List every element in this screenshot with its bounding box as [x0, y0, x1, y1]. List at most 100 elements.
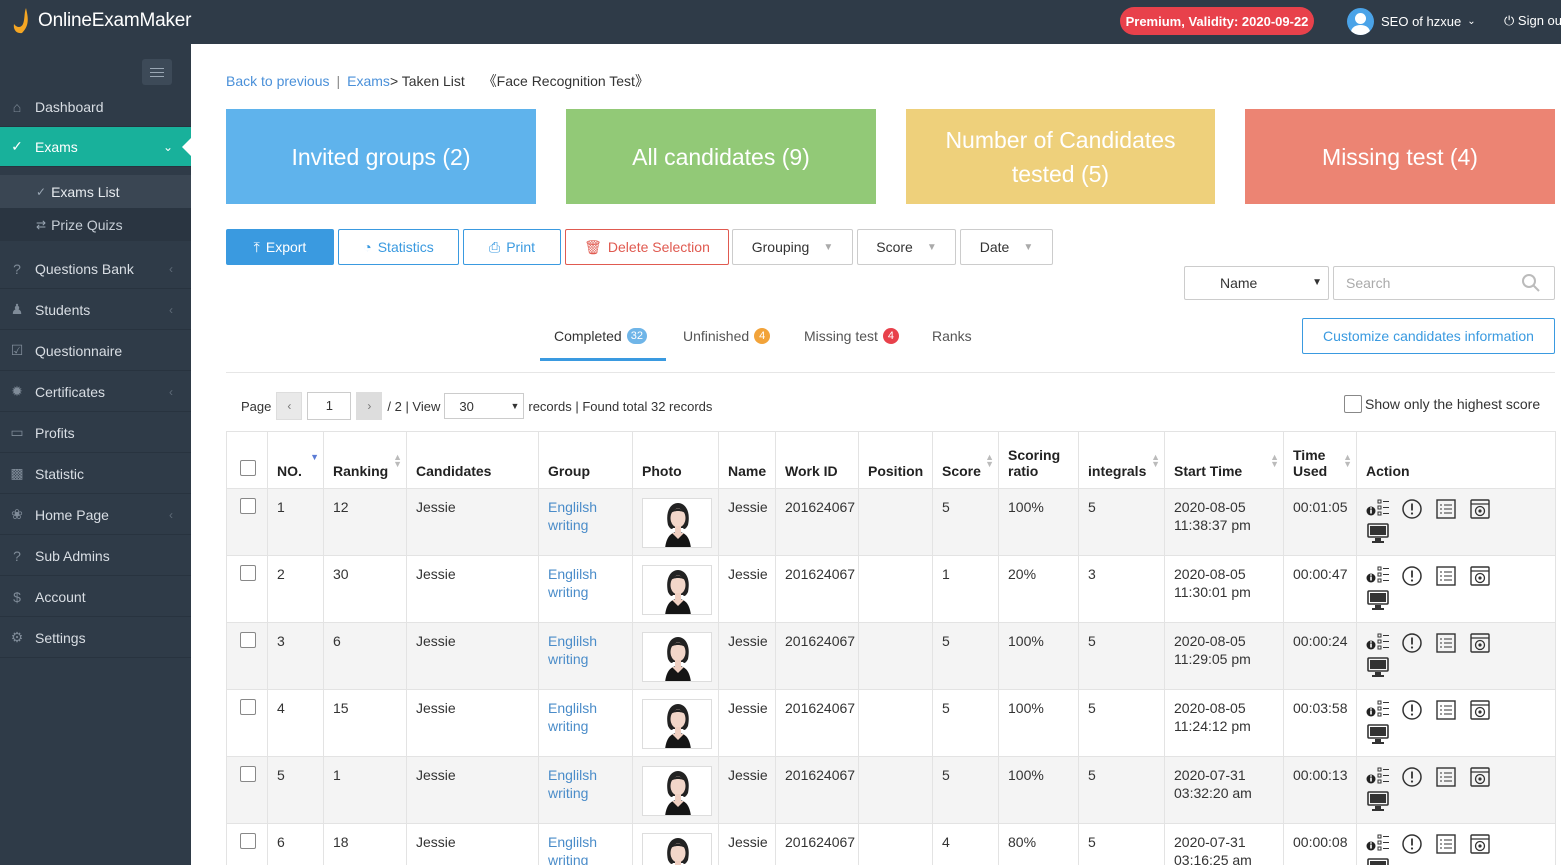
search-icon[interactable] [1521, 273, 1541, 293]
sidebar-item-dashboard[interactable]: ⌂ Dashboard [0, 87, 191, 127]
statistics-button[interactable]: ◔ Statistics [338, 229, 459, 265]
group-link[interactable]: Englilsh writing [538, 689, 633, 757]
details-list-icon[interactable] [1434, 833, 1458, 855]
candidates-tested-card[interactable]: Number of Candidates tested (5) [906, 109, 1215, 204]
back-link[interactable]: Back to previous [226, 73, 330, 89]
column-header-start-time[interactable]: Start Time ▲ ▼ [1164, 431, 1284, 489]
info-list-icon[interactable] [1366, 498, 1390, 520]
monitor-icon[interactable] [1366, 790, 1390, 812]
table-row[interactable]: 6 18 Jessie Englilsh writing Jessie 201624067… [226, 823, 1556, 865]
table-row[interactable]: 3 6 Jessie Englilsh writing Jessie 201624067 5… [226, 622, 1556, 690]
date-dropdown[interactable]: Date ▼ [960, 229, 1053, 265]
monitor-icon[interactable] [1366, 857, 1390, 865]
group-link[interactable]: Englilsh writing [538, 488, 633, 556]
column-header-integrals[interactable]: integrals ▲ ▼ [1078, 431, 1165, 489]
recording-icon[interactable] [1468, 699, 1492, 721]
sidebar-item-questions-bank[interactable]: ? Questions Bank ‹ [0, 249, 191, 289]
info-list-icon[interactable] [1366, 565, 1390, 587]
sidebar-item-questionnaire[interactable]: ☑ Questionnaire [0, 331, 191, 371]
select-all-cell[interactable] [226, 431, 268, 489]
sort-icon[interactable]: ▲ ▼ [1151, 453, 1160, 469]
monitor-icon[interactable] [1366, 723, 1390, 745]
row-checkbox[interactable] [240, 766, 256, 782]
candidate-photo[interactable] [642, 833, 712, 865]
row-select-cell[interactable] [226, 555, 268, 623]
row-checkbox[interactable] [240, 833, 256, 849]
sidebar-item-prize-quizs[interactable]: ⇄ Prize Quizs [0, 208, 191, 241]
prev-page-button[interactable]: ‹ [276, 392, 303, 420]
search-field-select[interactable]: Name ▼ [1184, 266, 1329, 300]
sidebar-item-exams[interactable]: ✓ Exams ⌄ [0, 127, 191, 167]
exams-link[interactable]: Exams [347, 73, 390, 89]
tab-missing-test[interactable]: Missing test 4 [804, 328, 899, 344]
recording-icon[interactable] [1468, 498, 1492, 520]
candidate-photo[interactable] [642, 699, 712, 749]
sidebar-item-settings[interactable]: ⚙ Settings [0, 618, 191, 658]
info-list-icon[interactable] [1366, 699, 1390, 721]
info-list-icon[interactable] [1366, 632, 1390, 654]
monitor-icon[interactable] [1366, 522, 1390, 544]
details-list-icon[interactable] [1434, 766, 1458, 788]
sidebar-item-students[interactable]: ♟ Students ‹ [0, 290, 191, 330]
info-list-icon[interactable] [1366, 766, 1390, 788]
per-page-select[interactable]: 30 ▼ [444, 393, 525, 419]
sidebar-item-sub-admins[interactable]: ? Sub Admins [0, 536, 191, 576]
candidate-photo[interactable] [642, 766, 712, 816]
sidebar-item-exams-list[interactable]: ✓ Exams List [0, 175, 191, 208]
details-list-icon[interactable] [1434, 565, 1458, 587]
sidebar-item-profits[interactable]: ▭ Profits [0, 413, 191, 453]
alert-circle-icon[interactable] [1400, 632, 1424, 654]
table-row[interactable]: 5 1 Jessie Englilsh writing Jessie 201624067 5… [226, 756, 1556, 824]
column-header-ranking[interactable]: Ranking ▲ ▼ [323, 431, 407, 489]
row-select-cell[interactable] [226, 488, 268, 556]
sidebar-item-home-page[interactable]: ❀ Home Page ‹ [0, 495, 191, 535]
sign-out-button[interactable]: ⏻ Sign ou [1504, 13, 1561, 29]
menu-toggle-icon[interactable] [142, 59, 172, 85]
print-button[interactable]: ⎙ Print [463, 229, 561, 265]
alert-circle-icon[interactable] [1400, 833, 1424, 855]
monitor-icon[interactable] [1366, 589, 1390, 611]
score-dropdown[interactable]: Score ▼ [857, 229, 956, 265]
group-link[interactable]: Englilsh writing [538, 622, 633, 690]
table-row[interactable]: 1 12 Jessie Englilsh writing Jessie 201624067… [226, 488, 1556, 556]
invited-groups-card[interactable]: Invited groups (2) [226, 109, 536, 204]
alert-circle-icon[interactable] [1400, 699, 1424, 721]
details-list-icon[interactable] [1434, 632, 1458, 654]
row-select-cell[interactable] [226, 689, 268, 757]
alert-circle-icon[interactable] [1400, 565, 1424, 587]
table-row[interactable]: 4 15 Jessie Englilsh writing Jessie 201624067… [226, 689, 1556, 757]
row-checkbox[interactable] [240, 632, 256, 648]
column-header-score[interactable]: Score ▲ ▼ [932, 431, 999, 489]
recording-icon[interactable] [1468, 632, 1492, 654]
page-input[interactable]: 1 [307, 392, 352, 420]
group-link[interactable]: Englilsh writing [538, 823, 633, 865]
details-list-icon[interactable] [1434, 699, 1458, 721]
sort-icon[interactable]: ▼ [310, 453, 319, 462]
row-select-cell[interactable] [226, 823, 268, 865]
table-row[interactable]: 2 30 Jessie Englilsh writing Jessie 201624067… [226, 555, 1556, 623]
sidebar-item-statistic[interactable]: ▩ Statistic [0, 454, 191, 494]
row-checkbox[interactable] [240, 565, 256, 581]
recording-icon[interactable] [1468, 833, 1492, 855]
sort-icon[interactable]: ▲ ▼ [1270, 453, 1279, 469]
sidebar-item-certificates[interactable]: ✹ Certificates ‹ [0, 372, 191, 412]
candidate-photo[interactable] [642, 498, 712, 548]
sort-icon[interactable]: ▲ ▼ [985, 453, 994, 469]
sort-icon[interactable]: ▲ ▼ [393, 453, 402, 469]
candidate-photo[interactable] [642, 565, 712, 615]
recording-icon[interactable] [1468, 766, 1492, 788]
row-select-cell[interactable] [226, 622, 268, 690]
premium-badge[interactable]: Premium, Validity: 2020-09-22 [1120, 7, 1314, 35]
monitor-icon[interactable] [1366, 656, 1390, 678]
row-checkbox[interactable] [240, 699, 256, 715]
user-menu[interactable]: SEO of hzxue ⌄ [1347, 7, 1476, 35]
row-select-cell[interactable] [226, 756, 268, 824]
highest-score-checkbox[interactable] [1344, 395, 1362, 413]
column-header-time-used[interactable]: Time Used ▲ ▼ [1283, 431, 1357, 489]
candidate-photo[interactable] [642, 632, 712, 682]
tab-completed[interactable]: Completed 32 [554, 328, 647, 344]
select-all-checkbox[interactable] [240, 460, 256, 476]
alert-circle-icon[interactable] [1400, 766, 1424, 788]
alert-circle-icon[interactable] [1400, 498, 1424, 520]
next-page-button[interactable]: › [356, 392, 383, 420]
